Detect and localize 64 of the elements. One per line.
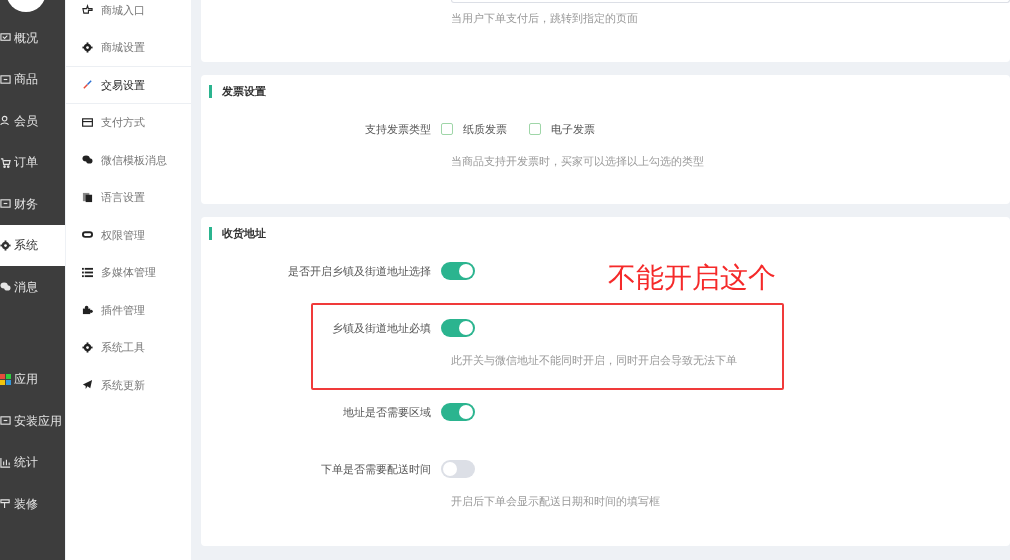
- chat-icon: [82, 154, 93, 166]
- sub-nav-item[interactable]: 语言设置: [66, 178, 191, 216]
- hint-text: 开启后下单会显示配送日期和时间的填写框: [451, 493, 661, 509]
- chain-link-icon: [82, 229, 93, 241]
- nav-item[interactable]: 会员: [0, 100, 65, 142]
- sub-nav-item[interactable]: 多媒体管理: [66, 253, 191, 291]
- screen-icon: [0, 32, 11, 44]
- sub-nav-item[interactable]: 微信模板消息: [66, 141, 191, 179]
- nav-item[interactable]: 应用: [0, 358, 65, 400]
- annotation-text: 不能开启这个: [608, 261, 776, 295]
- paper-plane-icon: [82, 379, 93, 391]
- settings-icon: [82, 41, 93, 53]
- text-field[interactable]: [451, 0, 1010, 3]
- cart-icon: [0, 156, 11, 168]
- document-icon: [82, 191, 93, 203]
- sub-nav-item[interactable]: 插件管理: [66, 291, 191, 329]
- sub-nav-item[interactable]: 交易设置: [66, 66, 191, 104]
- field-label: 是否开启乡镇及街道地址选择: [287, 263, 432, 279]
- bar-chart-icon: [0, 456, 11, 468]
- checkbox[interactable]: 电子发票: [529, 120, 595, 138]
- hint-text: 当用户下单支付后，跳转到指定的页面: [451, 11, 638, 26]
- apps-icon: [0, 373, 11, 385]
- nav-item[interactable]: 安装应用: [0, 400, 65, 442]
- credit-card-icon: [82, 116, 93, 128]
- nav-item[interactable]: 装修: [0, 483, 65, 525]
- field-label: 地址是否需要区域: [342, 404, 432, 420]
- puzzle-icon: [82, 304, 93, 316]
- box-icon: [0, 415, 11, 427]
- nav-item[interactable]: 商品: [0, 58, 65, 100]
- user-icon: [0, 115, 11, 127]
- sub-nav-item[interactable]: 支付方式: [66, 103, 191, 141]
- sub-nav-item[interactable]: 系统工具: [66, 328, 191, 366]
- pointing-hand-icon: [82, 4, 93, 16]
- nav-item[interactable]: 消息: [0, 266, 65, 308]
- settings-icon: [0, 239, 11, 251]
- sub-nav-item[interactable]: 商城入口: [66, 0, 191, 29]
- list-icon: [82, 266, 93, 278]
- nav-item[interactable]: 概况: [0, 17, 65, 59]
- section-title: 收货地址: [222, 225, 266, 241]
- box-icon: [0, 198, 11, 210]
- box-icon: [0, 73, 11, 85]
- nav-item[interactable]: 财务: [0, 183, 65, 225]
- sub-nav-item[interactable]: 商城设置: [66, 28, 191, 66]
- chat-icon: [0, 281, 11, 293]
- toggle-switch[interactable]: [441, 262, 475, 280]
- field-label: 支持发票类型: [364, 121, 432, 137]
- hint-text: 当商品支持开发票时，买家可以选择以上勾选的类型: [451, 153, 705, 169]
- checkbox[interactable]: 纸质发票: [441, 120, 507, 138]
- toggle-switch[interactable]: [441, 319, 475, 337]
- sub-nav-item[interactable]: 系统更新: [66, 366, 191, 404]
- settings-icon: [82, 341, 93, 353]
- nav-item[interactable]: 订单: [0, 141, 65, 183]
- wand-icon: [82, 79, 93, 91]
- section-marker: [209, 84, 212, 98]
- nav-item[interactable]: 统计: [0, 441, 65, 483]
- toggle-switch[interactable]: [441, 460, 475, 478]
- section-marker: [209, 226, 212, 240]
- sub-nav-item[interactable]: 权限管理: [66, 216, 191, 254]
- field-label: 下单是否需要配送时间: [320, 461, 432, 477]
- nav-item[interactable]: 系统: [0, 224, 65, 266]
- toggle-switch[interactable]: [441, 403, 475, 421]
- hint-text: 此开关与微信地址不能同时开启，同时开启会导致无法下单: [451, 352, 738, 368]
- field-label: 乡镇及街道地址必填: [331, 320, 432, 336]
- section-title: 发票设置: [222, 83, 266, 99]
